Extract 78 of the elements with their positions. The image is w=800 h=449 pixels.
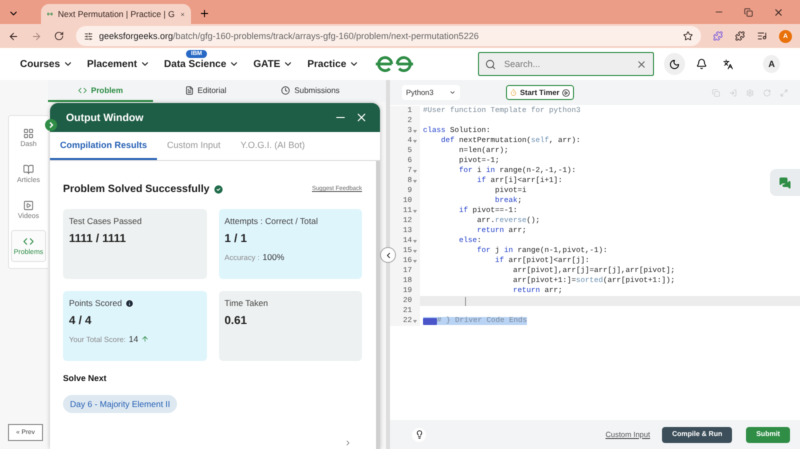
fold-caret-icon[interactable] <box>413 210 417 212</box>
card-value: 4 / 4 <box>69 315 92 327</box>
search-field[interactable]: Search... <box>478 52 654 76</box>
address-field[interactable]: geeksforgeeks.org/batch/gfg-160-problems/track/arrays-gfg-160/problem/next-permutation5226 <box>76 26 701 46</box>
fold-caret-icon[interactable] <box>413 320 417 322</box>
card-value: 1111 / 1111 <box>69 233 127 245</box>
fold-caret-icon[interactable] <box>413 130 417 132</box>
site-settings-icon[interactable] <box>84 32 93 40</box>
text-cursor <box>465 296 466 306</box>
fold-caret-icon[interactable] <box>413 180 417 182</box>
card-title: Test Cases Passed <box>69 216 142 226</box>
next-problem-link[interactable]: Day 6 - Majority Element II <box>63 395 178 413</box>
card-title: Points Scored <box>69 298 122 308</box>
url-domain: geeksforgeeks.org <box>99 31 174 41</box>
note-value: 100% <box>262 252 284 262</box>
forward-icon[interactable] <box>31 30 42 42</box>
bookmark-icon[interactable] <box>683 31 693 41</box>
problem-tab[interactable]: Submissions <box>258 80 363 102</box>
note-value: 14 <box>128 334 138 344</box>
search-icon <box>485 58 496 70</box>
chat-button[interactable] <box>770 169 800 196</box>
extension-icon[interactable] <box>713 31 723 41</box>
back-icon[interactable] <box>8 30 19 42</box>
code-icon <box>23 236 34 247</box>
nav-menu-item[interactable]: GATE <box>253 58 280 70</box>
caret-icon <box>449 89 456 96</box>
fold-caret-icon[interactable] <box>413 140 417 142</box>
problem-tab[interactable]: Editorial <box>153 80 258 102</box>
timer-icon <box>510 89 517 96</box>
status-heading: Problem Solved Successfully <box>63 183 210 195</box>
nav-menu-item[interactable]: Practice <box>307 58 346 70</box>
fold-caret-icon[interactable] <box>413 260 417 262</box>
nav-menu-item[interactable]: Data Science <box>164 58 226 70</box>
chat-icon <box>779 176 791 188</box>
video-icon <box>23 200 34 211</box>
code-icon <box>78 86 87 94</box>
dark-mode-toggle[interactable] <box>664 53 685 75</box>
clock-icon <box>281 86 290 94</box>
info-icon[interactable] <box>124 298 134 308</box>
reload-icon[interactable] <box>54 31 64 41</box>
clear-icon[interactable] <box>636 58 648 70</box>
new-tab-icon[interactable] <box>199 8 210 19</box>
lightbulb-icon <box>414 430 424 439</box>
book-icon <box>23 164 34 175</box>
play-icon <box>562 88 570 96</box>
close-icon[interactable] <box>773 6 784 18</box>
check-icon <box>213 184 224 194</box>
window-title: Output Window <box>66 112 144 124</box>
card-value: 0.61 <box>224 315 248 327</box>
output-tab[interactable]: Compilation Results <box>50 132 158 160</box>
extensions-icon[interactable] <box>735 31 745 41</box>
media-icon[interactable] <box>757 31 767 41</box>
nav-menu-item[interactable]: Courses <box>20 58 60 70</box>
browser-tab[interactable]: Next Permutation | Practice | G <box>41 4 191 24</box>
translate-icon[interactable] <box>722 58 734 70</box>
chevron-right-icon[interactable] <box>344 439 352 447</box>
fold-caret-icon[interactable] <box>413 170 417 172</box>
card-title: Attempts : Correct / Total <box>224 216 318 226</box>
document-icon <box>184 86 194 94</box>
search-input[interactable]: Search... <box>502 58 630 70</box>
section-heading: Solve Next <box>63 373 108 383</box>
nav-menu-item[interactable]: Placement <box>87 58 138 70</box>
tab-title: Next Permutation | Practice | G <box>58 9 175 19</box>
expand-toggle-icon[interactable] <box>45 119 57 131</box>
url-path: /batch/gfg-160-problems/track/arrays-gfg-160/problem/next-permutation5226 <box>173 31 479 41</box>
arrow-up-icon <box>141 335 150 343</box>
site-icon <box>47 11 53 17</box>
fold-caret-icon[interactable] <box>413 250 417 252</box>
restore-icon[interactable] <box>744 8 753 16</box>
notification-icon[interactable] <box>696 58 707 70</box>
card-title: Time Taken <box>224 298 268 308</box>
theme-toggle[interactable] <box>412 428 426 442</box>
close-icon[interactable] <box>355 111 368 124</box>
moon-icon <box>669 58 680 70</box>
fold-caret-icon[interactable] <box>413 240 417 242</box>
card-value: 1 / 1 <box>224 233 248 245</box>
user-avatar[interactable]: A <box>763 55 780 73</box>
dashboard-icon <box>23 128 34 139</box>
